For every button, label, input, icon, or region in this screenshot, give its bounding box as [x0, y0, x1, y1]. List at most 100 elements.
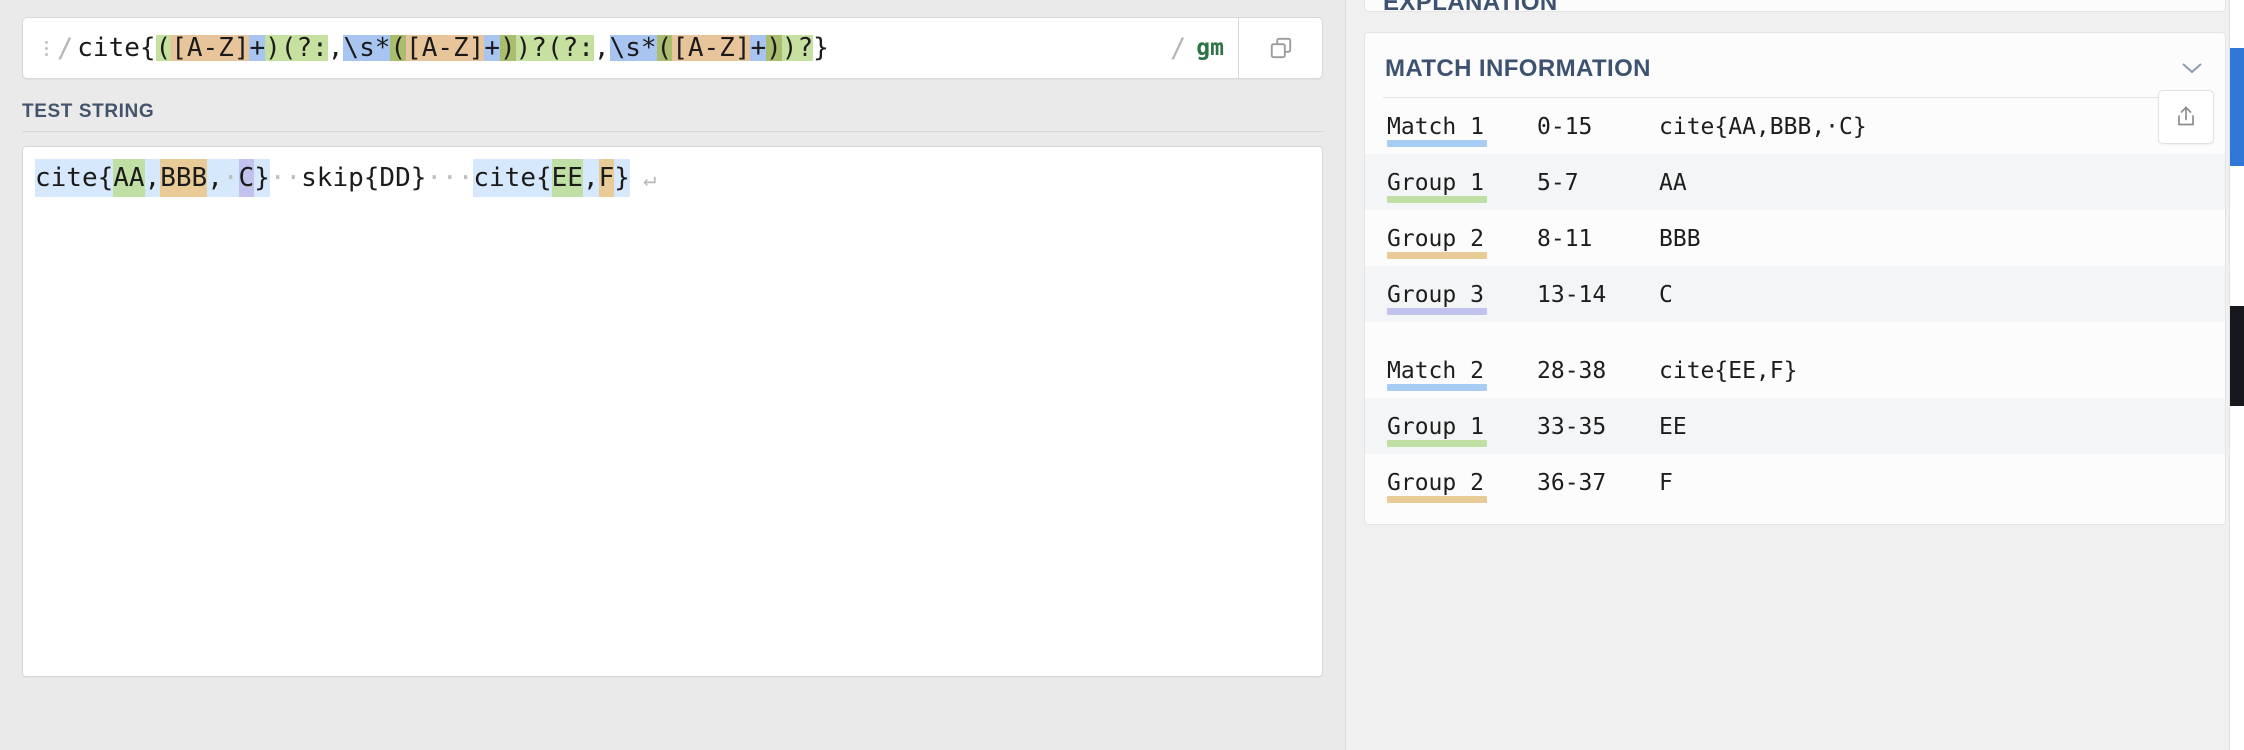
copy-button[interactable]: [1238, 17, 1323, 79]
match-color-bar: [1387, 384, 1487, 391]
match-row-range: 13-14: [1537, 282, 1607, 308]
match-color-bar: [1387, 496, 1487, 503]
regex-token: (: [390, 35, 407, 61]
regex-open-delimiter: /: [57, 32, 74, 64]
test-string-token: }: [614, 159, 630, 197]
match-row-label: Match 2: [1387, 358, 1537, 391]
drag-handle-icon[interactable]: [39, 40, 53, 56]
test-string-token: ···: [426, 163, 474, 193]
regex-token: [A-Z]: [672, 35, 751, 61]
match-row-value: C: [1659, 282, 1673, 308]
match-color-bar: [1387, 196, 1487, 203]
test-string-token: AA: [113, 159, 145, 197]
edge-segment: [2230, 48, 2244, 166]
regex-token: \s*: [343, 35, 391, 61]
match-row-range: 0-15: [1537, 114, 1593, 140]
test-string-token: C: [238, 159, 255, 197]
test-string-content[interactable]: cite{AA,BBB,·C}··skip{DD}···cite{EE,F} ↵: [23, 159, 1322, 197]
test-string-token: EE: [551, 159, 583, 197]
regex-token: ): [499, 35, 516, 61]
match-row[interactable]: Group 2 36-37 F: [1365, 454, 2225, 510]
test-string-token: cite{: [473, 159, 552, 197]
match-row-label: Group 3: [1387, 282, 1537, 315]
regex-token: )?: [515, 35, 547, 61]
match-row-value: EE: [1659, 414, 1687, 440]
end-of-line-icon: ↵: [629, 167, 657, 192]
explanation-title: EXPLANATION: [1365, 0, 2225, 11]
match-row-label: Group 1: [1387, 170, 1537, 203]
test-string-token: skip{DD}: [301, 163, 427, 193]
regex-token: (?:: [546, 35, 594, 61]
test-string-token: cite{: [35, 159, 114, 197]
match-information-panel: MATCH INFORMATION Match 1 0-15 cite{AA,BBB…: [1364, 32, 2226, 525]
regex-bar: / cite{([A-Z]+)(?:,\s*([A-Z]+))?(?:,\s*(…: [22, 17, 1323, 79]
match-row-label: Group 2: [1387, 470, 1537, 503]
match-color-bar: [1387, 252, 1487, 259]
match-rows-list: Match 1 0-15 cite{AA,BBB,·C} Group 1 5-7 AA Gr…: [1365, 98, 2225, 516]
share-button[interactable]: [2158, 90, 2214, 144]
regex-token: [A-Z]: [171, 35, 250, 61]
match-row-range: 5-7: [1537, 170, 1579, 196]
match-information-header: MATCH INFORMATION: [1365, 33, 2225, 97]
match-row-range: 28-38: [1537, 358, 1607, 384]
chevron-down-icon[interactable]: [2179, 56, 2205, 82]
regex-token: \s*: [609, 35, 657, 61]
match-row-range: 36-37: [1537, 470, 1607, 496]
match-row[interactable]: Group 2 8-11 BBB: [1365, 210, 2225, 266]
regex-token: +: [249, 35, 266, 61]
regex-pattern[interactable]: cite{([A-Z]+)(?:,\s*([A-Z]+))?(?:,\s*([A…: [77, 35, 1168, 61]
regex-token: ): [265, 35, 281, 61]
share-icon: [2178, 106, 2194, 126]
test-string-token: ,: [207, 159, 223, 197]
regex-token: (?:: [280, 35, 328, 61]
regex-close-delimiter: /: [1170, 32, 1187, 64]
match-information-title: MATCH INFORMATION: [1385, 55, 1651, 82]
explanation-panel: EXPLANATION: [1364, 0, 2226, 12]
match-color-bar: [1387, 308, 1487, 315]
test-string-token: ·: [222, 159, 239, 197]
copy-icon: [1270, 37, 1291, 59]
regex-token: ): [766, 35, 782, 61]
regex-token: +: [484, 35, 500, 61]
regex-token: cite{: [77, 35, 156, 61]
match-row-value: BBB: [1659, 226, 1701, 252]
test-string-editor[interactable]: cite{AA,BBB,·C}··skip{DD}···cite{EE,F} ↵: [22, 146, 1323, 677]
match-row-range: 33-35: [1537, 414, 1607, 440]
match-row[interactable]: Match 2 28-38 cite{EE,F}: [1365, 342, 2225, 398]
match-row[interactable]: Match 1 0-15 cite{AA,BBB,·C}: [1365, 98, 2225, 154]
regex-token: }: [813, 35, 829, 61]
match-row[interactable]: Group 3 13-14 C: [1365, 266, 2225, 322]
regex-token: +: [750, 35, 767, 61]
match-row-value: cite{EE,F}: [1659, 358, 1798, 384]
match-row[interactable]: Group 1 5-7 AA: [1365, 154, 2225, 210]
app-root: / cite{([A-Z]+)(?:,\s*([A-Z]+))?(?:,\s*(…: [0, 0, 2244, 750]
match-row-range: 8-11: [1537, 226, 1593, 252]
regex-flags[interactable]: gm: [1190, 35, 1224, 61]
right-pane: EXPLANATION MATCH INFORMATION Match 10-1…: [1345, 0, 2244, 750]
regex-token: ,: [593, 35, 610, 61]
regex-token: (: [656, 35, 673, 61]
test-string-token: }: [254, 159, 270, 197]
edge-segment: [2230, 406, 2244, 750]
match-row-label: Group 1: [1387, 414, 1537, 447]
test-string-token: ,: [582, 159, 599, 197]
test-string-token: BBB: [160, 159, 208, 197]
match-row-value: AA: [1659, 170, 1687, 196]
match-row-value: cite{AA,BBB,·C}: [1659, 114, 1867, 140]
regex-token: )?: [781, 35, 814, 61]
regex-token: [A-Z]: [406, 35, 485, 61]
test-string-heading: TEST STRING: [22, 101, 1323, 132]
test-string-token: ,: [144, 159, 161, 197]
regex-token: ,: [327, 35, 344, 61]
left-pane: / cite{([A-Z]+)(?:,\s*([A-Z]+))?(?:,\s*(…: [0, 0, 1345, 750]
match-row-label: Group 2: [1387, 226, 1537, 259]
match-row[interactable]: Group 1 33-35 EE: [1365, 398, 2225, 454]
match-color-bar: [1387, 140, 1487, 147]
match-row-label: Match 1: [1387, 114, 1537, 147]
test-string-token: ··: [269, 163, 302, 193]
edge-segment: [2230, 306, 2244, 406]
edge-segment: [2230, 166, 2244, 306]
match-color-bar: [1387, 440, 1487, 447]
edge-segment: [2230, 0, 2244, 48]
regex-input[interactable]: / cite{([A-Z]+)(?:,\s*([A-Z]+))?(?:,\s*(…: [22, 17, 1238, 79]
